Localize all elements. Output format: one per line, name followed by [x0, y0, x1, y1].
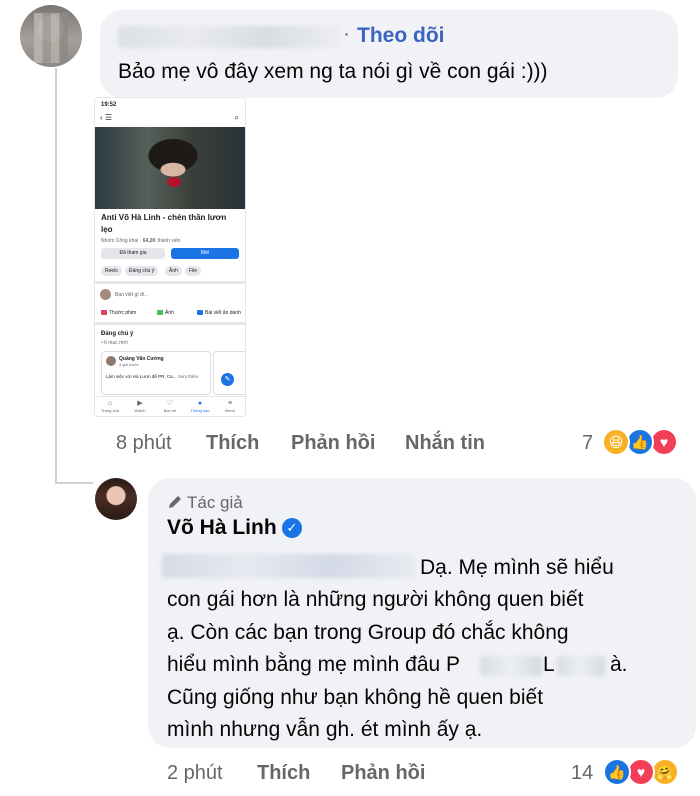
reply-line-4: hiểu mình bằng mẹ mình đâu P — [167, 653, 461, 676]
action-anon: Bài viết ẩn danh — [197, 310, 241, 316]
chip-photos: Ảnh — [165, 266, 182, 276]
commenter-avatar[interactable] — [20, 5, 82, 67]
attached-screenshot[interactable]: 19:52 ‹ ☰ ⌕ Anti Võ Hà Linh - chén thần … — [94, 97, 246, 417]
group-cover-photo — [95, 127, 245, 209]
composer-placeholder: Bạn viết gì đi... — [115, 292, 149, 298]
verified-icon: ✓ — [282, 518, 302, 538]
comment-text: Bảo mẹ vô đây xem ng ta nói gì về con gá… — [118, 60, 548, 83]
reaction-count[interactable]: 7 — [582, 432, 593, 455]
author-avatar[interactable] — [95, 478, 137, 520]
featured-card: Quảng Văn Cường 4 giờ trước Làm việc với… — [101, 351, 211, 395]
redacted-name-part — [557, 656, 605, 676]
redacted-commenter-name[interactable] — [118, 26, 340, 48]
love-icon[interactable]: ♥ — [627, 758, 655, 786]
chip-files: File — [185, 266, 202, 276]
action-reels: Thước phim — [101, 310, 136, 316]
author-badge: Tác giả — [167, 493, 243, 513]
thread-line — [55, 68, 57, 483]
group-meta: Nhóm Công khai · 64,2K thành viên — [101, 238, 181, 244]
redacted-name-part — [480, 656, 542, 676]
tab-watch: ▶ Watch — [134, 400, 146, 413]
chip-featured: Đáng chú ý — [125, 266, 159, 276]
reply-button[interactable]: Phản hồi — [291, 432, 375, 455]
reply-time[interactable]: 2 phút — [167, 762, 223, 785]
thread-connector — [55, 482, 93, 484]
follow-link[interactable]: Theo dõi — [357, 24, 445, 48]
love-icon[interactable]: ♥ — [650, 428, 678, 456]
joined-button: Đã tham gia — [101, 248, 165, 259]
pen-icon — [169, 496, 181, 508]
reply-line-1: Dạ. Mẹ mình sẽ hiểu — [420, 556, 614, 579]
mini-avatar — [100, 289, 111, 300]
reply-reply-button[interactable]: Phản hồi — [341, 762, 425, 785]
follow-separator: · — [343, 22, 350, 45]
avatar-blur — [34, 13, 68, 63]
featured-title: Đáng chú ý — [101, 331, 134, 337]
featured-count: • 6 mục mới — [101, 340, 128, 346]
message-button[interactable]: Nhắn tin — [405, 432, 485, 455]
like-icon[interactable]: 👍 — [603, 758, 631, 786]
like-button[interactable]: Thích — [206, 432, 259, 455]
action-photo: Ảnh — [157, 310, 174, 316]
reply-line-4b: L — [543, 653, 555, 676]
reply-line-2: con gái hơn là những người không quen bi… — [167, 588, 584, 611]
divider — [95, 281, 245, 284]
author-name[interactable]: Võ Hà Linh — [167, 516, 277, 540]
tab-friends: ♡ Bạn bè — [163, 400, 177, 413]
search-icon: ⌕ — [234, 113, 239, 122]
reply-line-4c: à. — [610, 653, 628, 676]
card-time: 4 giờ trước — [119, 362, 139, 367]
card-avatar — [106, 356, 116, 366]
reply-line-6: mình nhưng vẫn gh. ét mình ấy ạ. — [167, 718, 483, 741]
care-icon[interactable]: 🤗 — [651, 758, 679, 786]
chip-reels: Reels — [101, 266, 122, 276]
reply-reaction-count[interactable]: 14 — [571, 762, 593, 785]
haha-icon[interactable]: 😆 — [602, 428, 630, 456]
back-menu-icons: ‹ ☰ — [100, 113, 113, 122]
tab-home: ⌂ Trang chủ — [101, 400, 119, 413]
redacted-mention[interactable] — [162, 554, 416, 578]
group-title: Anti Võ Hà Linh - chén thần lươn lẹo — [101, 213, 227, 234]
card-body: Làm việc với Hà Lươn để PR, Ca... Xem th… — [106, 374, 199, 379]
invite-button: Mời — [171, 248, 239, 259]
like-icon[interactable]: 👍 — [626, 428, 654, 456]
status-time: 19:52 — [101, 102, 117, 108]
reply-line-3: ạ. Còn các bạn trong Group đó chắc không — [167, 621, 569, 644]
tab-notifications: ● Thông báo — [190, 400, 210, 413]
tab-bar: ⌂ Trang chủ ▶ Watch ♡ Bạn bè ● Thông báo ≡ Me… — [95, 396, 245, 416]
compose-fab-icon: ✎ — [221, 373, 234, 386]
comment-time[interactable]: 8 phút — [116, 432, 172, 455]
reply-line-5: Cũng giống như bạn không hề quen biết — [167, 686, 544, 709]
reply-like-button[interactable]: Thích — [257, 762, 310, 785]
divider — [95, 322, 245, 325]
tab-menu: ≡ Menu — [224, 400, 235, 413]
